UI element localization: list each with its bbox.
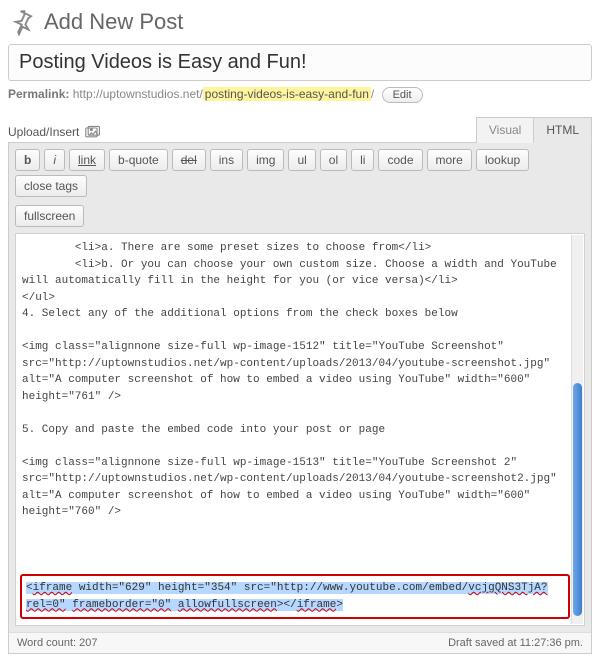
wordcount-label: Word count:	[17, 637, 76, 649]
permalink-trail: /	[371, 87, 374, 101]
editor-btn-ins[interactable]: ins	[210, 149, 243, 171]
iframe-close-tag[interactable]: iframe	[297, 599, 337, 611]
editor-btn-code[interactable]: code	[378, 149, 422, 171]
editor-btn-b-quote[interactable]: b-quote	[109, 149, 168, 171]
iframe-open-tag[interactable]: iframe	[33, 582, 73, 594]
editor-btn-lookup[interactable]: lookup	[476, 149, 529, 171]
add-media-icon[interactable]	[85, 125, 101, 139]
upload-insert-label: Upload/Insert	[8, 125, 79, 139]
permalink-slug[interactable]: posting-videos-is-easy-and-fun	[203, 87, 371, 101]
editor-btn-del[interactable]: del	[172, 149, 206, 171]
post-content-textarea[interactable]: <li>a. There are some preset sizes to ch…	[16, 234, 584, 574]
editor-tabs: Visual HTML	[477, 117, 592, 143]
draft-saved-text: Draft saved at 11:27:36 pm.	[448, 637, 583, 649]
editor-btn-fullscreen[interactable]: fullscreen	[15, 205, 84, 227]
editor-btn-i[interactable]: i	[44, 149, 65, 171]
content-scrollbar[interactable]	[571, 235, 583, 624]
editor-btn-close-tags[interactable]: close tags	[15, 175, 87, 197]
editor-button-row-1: bilinkb-quotedelinsimgulollicodemorelook…	[9, 143, 591, 199]
highlighted-embed-code: <iframe width="629" height="354" src="ht…	[20, 574, 570, 619]
tab-html[interactable]: HTML	[533, 117, 592, 143]
scrollbar-thumb[interactable]	[573, 383, 582, 616]
wordcount-value: 207	[79, 637, 97, 649]
editor-btn-ul[interactable]: ul	[288, 149, 315, 171]
editor-btn-b[interactable]: b	[15, 149, 40, 171]
page-title: Add New Post	[44, 9, 183, 35]
edit-permalink-button[interactable]: Edit	[382, 87, 423, 103]
editor-btn-link[interactable]: link	[69, 149, 105, 171]
permalink-label: Permalink:	[8, 87, 69, 101]
permalink-row: Permalink: http://uptownstudios.net/post…	[8, 87, 592, 103]
editor-btn-img[interactable]: img	[247, 149, 284, 171]
editor-btn-li[interactable]: li	[351, 149, 374, 171]
tab-visual[interactable]: Visual	[476, 117, 534, 143]
permalink-base: http://uptownstudios.net/	[73, 87, 203, 101]
editor-button-row-2: fullscreen	[9, 199, 591, 229]
pushpin-icon	[8, 8, 36, 36]
editor-btn-ol[interactable]: ol	[320, 149, 347, 171]
editor-btn-more[interactable]: more	[427, 149, 472, 171]
editor-box: bilinkb-quotedelinsimgulollicodemorelook…	[8, 142, 592, 654]
post-title-input[interactable]	[8, 44, 592, 81]
